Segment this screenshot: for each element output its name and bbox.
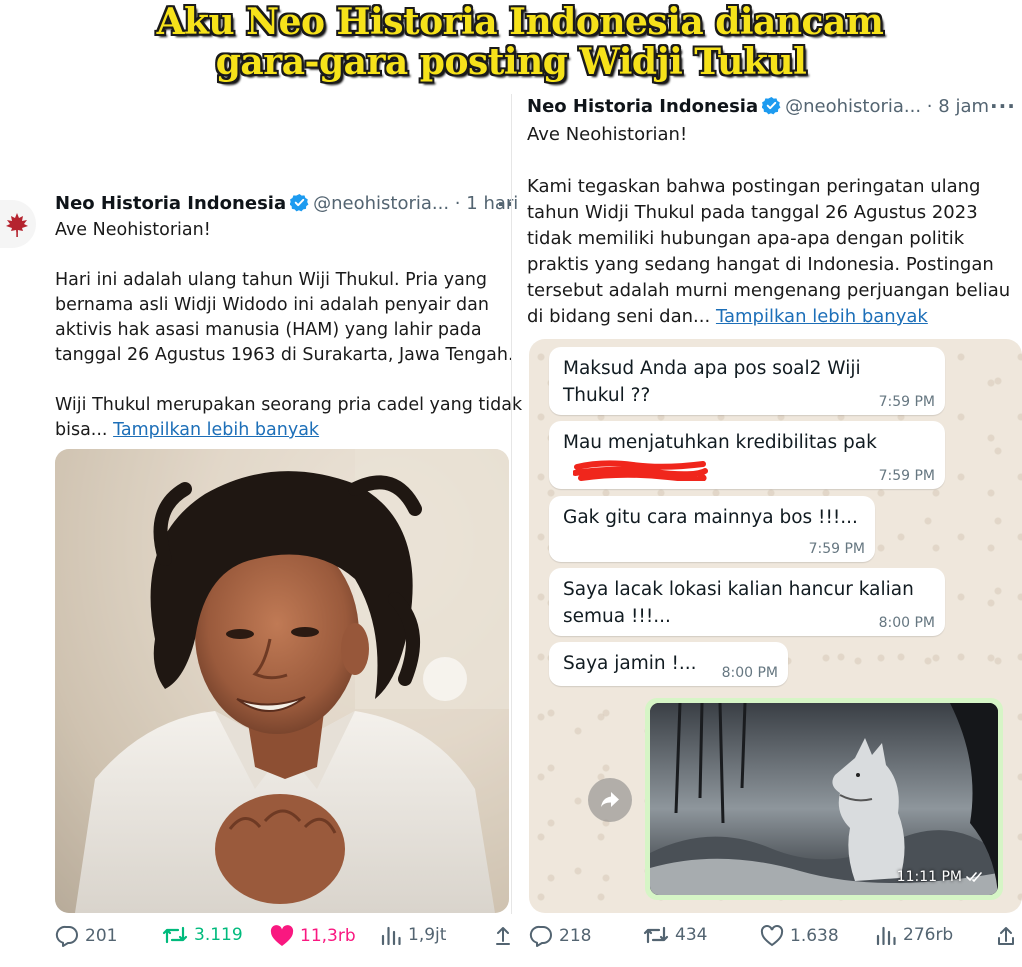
repost-count: 434: [675, 925, 708, 945]
forward-icon: [601, 792, 619, 807]
reply-icon: [55, 925, 78, 947]
verified-badge-icon: [289, 193, 309, 217]
views-button[interactable]: 1,9jt: [380, 925, 446, 945]
greeting: Ave Neohistorian!: [527, 124, 688, 145]
message-text: Thukul ??: [563, 385, 651, 406]
author-name[interactable]: Neo Historia Indonesia: [55, 193, 286, 214]
views-button[interactable]: 276rb: [875, 925, 953, 945]
like-count: 1.638: [790, 926, 839, 946]
heart-outline-icon: [760, 925, 784, 947]
message-time: 8:00 PM: [721, 665, 778, 681]
chat-message: Saya jamin !... 8:00 PM: [549, 642, 788, 686]
headline-line-1: Aku Neo Historia Indonesia diancam: [156, 1, 884, 43]
tweet-photo[interactable]: [55, 449, 509, 913]
repost-button[interactable]: 3.119: [162, 925, 243, 945]
portrait-image: [55, 449, 509, 913]
tweet-body: Ave Neohistorian! Hari ini adalah ulang …: [55, 218, 522, 443]
share-button[interactable]: [997, 925, 1015, 947]
reply-count: 201: [85, 926, 118, 946]
views-chart-icon: [876, 926, 896, 945]
author-name[interactable]: Neo Historia Indonesia: [527, 96, 758, 117]
chat-message: Gak gitu cara mainnya bos !!!... 7:59 PM: [549, 496, 875, 562]
body-line: aktivis hak asasi manusia (HAM) yang lah…: [55, 320, 482, 340]
show-more-link[interactable]: Tampilkan lebih banyak: [113, 420, 319, 440]
like-button[interactable]: 11,3rb: [270, 925, 356, 947]
body-line: di bidang seni dan...: [527, 306, 711, 327]
share-icon: [998, 927, 1014, 945]
wolf-image: 11:11 PM: [650, 703, 998, 895]
chat-message: Maksud Anda apa pos soal2 Wiji Thukul ??…: [549, 347, 945, 415]
reply-count: 218: [559, 926, 592, 946]
separator-dot: ·: [454, 193, 461, 214]
redaction-scribble: [573, 460, 708, 481]
message-time: 7:59 PM: [808, 541, 865, 557]
avatar[interactable]: [0, 200, 36, 248]
body-line: bernama asli Widji Widodo ini adalah pen…: [55, 295, 489, 315]
separator-dot: ·: [926, 96, 933, 117]
body-line: praktis yang sedang hangat di Indonesia.…: [527, 254, 994, 275]
reply-button[interactable]: 218: [529, 925, 591, 947]
double-check-icon: [966, 872, 982, 883]
reply-icon: [529, 925, 552, 947]
author-handle[interactable]: @neohistoria...: [313, 193, 449, 214]
divider: [511, 94, 512, 914]
reply-button[interactable]: 201: [55, 925, 117, 947]
message-time: 8:00 PM: [878, 615, 935, 631]
body-line: tanggal 26 Agustus 1963 di Surakarta, Ja…: [55, 345, 514, 365]
body-line: Hari ini adalah ulang tahun Wiji Thukul.…: [55, 270, 488, 290]
chat-screenshot: Maksud Anda apa pos soal2 Wiji Thukul ??…: [529, 339, 1022, 913]
headline: Aku Neo Historia Indonesia diancam gara-…: [0, 2, 1022, 82]
message-time: 7:59 PM: [878, 468, 935, 484]
maple-logo-icon: [6, 213, 28, 237]
tweet-body: Ave Neohistorian! Kami tegaskan bahwa po…: [527, 122, 1010, 330]
like-count: 11,3rb: [300, 926, 356, 946]
body-line: tahun Widji Thukul pada tanggal 26 Agust…: [527, 202, 978, 223]
headline-line-2: gara-gara posting Widji Tukul: [215, 41, 807, 83]
image-time-text: 11:11 PM: [896, 869, 962, 885]
author-handle[interactable]: @neohistoria...: [785, 96, 921, 117]
body-line: Wiji Thukul merupakan seorang pria cadel…: [55, 395, 523, 415]
tweet-header: Neo Historia Indonesia @neohistoria... · …: [55, 193, 518, 217]
message-text: semua !!!...: [563, 606, 671, 627]
verified-badge-icon: [761, 96, 781, 120]
message-text: Maksud Anda apa pos soal2 Wiji: [563, 358, 861, 379]
repost-icon: [643, 926, 669, 944]
tweet-header: Neo Historia Indonesia @neohistoria... · …: [527, 96, 989, 120]
repost-count: 3.119: [194, 925, 243, 945]
more-options-icon[interactable]: ···: [990, 94, 1016, 118]
tweet-time[interactable]: 8 jam: [938, 96, 989, 117]
like-button[interactable]: 1.638: [760, 925, 839, 947]
share-icon: [496, 927, 510, 945]
view-count: 1,9jt: [408, 925, 447, 945]
view-count: 276rb: [903, 925, 954, 945]
message-text: Gak gitu cara mainnya bos !!!...: [563, 507, 858, 528]
repost-button[interactable]: 434: [643, 925, 707, 945]
message-time: 7:59 PM: [878, 394, 935, 410]
body-line: tersebut adalah murni mengenang perjuang…: [527, 280, 1011, 301]
chat-message: Saya lacak lokasi kalian hancur kalian s…: [549, 568, 945, 636]
body-line: Kami tegaskan bahwa postingan peringatan…: [527, 176, 981, 197]
image-time: 11:11 PM: [897, 869, 984, 885]
body-line: bisa...: [55, 420, 108, 440]
message-text: Mau menjatuhkan kredibilitas pak: [563, 432, 877, 453]
message-text: Saya lacak lokasi kalian hancur kalian: [563, 579, 914, 600]
wolf-artwork: [650, 703, 998, 895]
chat-message: Mau menjatuhkan kredibilitas pak 7:59 PM: [549, 421, 945, 489]
share-button[interactable]: [495, 925, 511, 947]
repost-icon: [162, 926, 188, 944]
heart-filled-icon: [270, 925, 294, 946]
views-chart-icon: [381, 926, 401, 945]
image-message[interactable]: 11:11 PM: [645, 698, 1003, 900]
body-line: tidak memiliki hubungan apa-apa dengan p…: [527, 228, 965, 249]
show-more-link[interactable]: Tampilkan lebih banyak: [716, 306, 928, 327]
greeting: Ave Neohistorian!: [55, 220, 211, 240]
forward-button[interactable]: [588, 778, 632, 822]
